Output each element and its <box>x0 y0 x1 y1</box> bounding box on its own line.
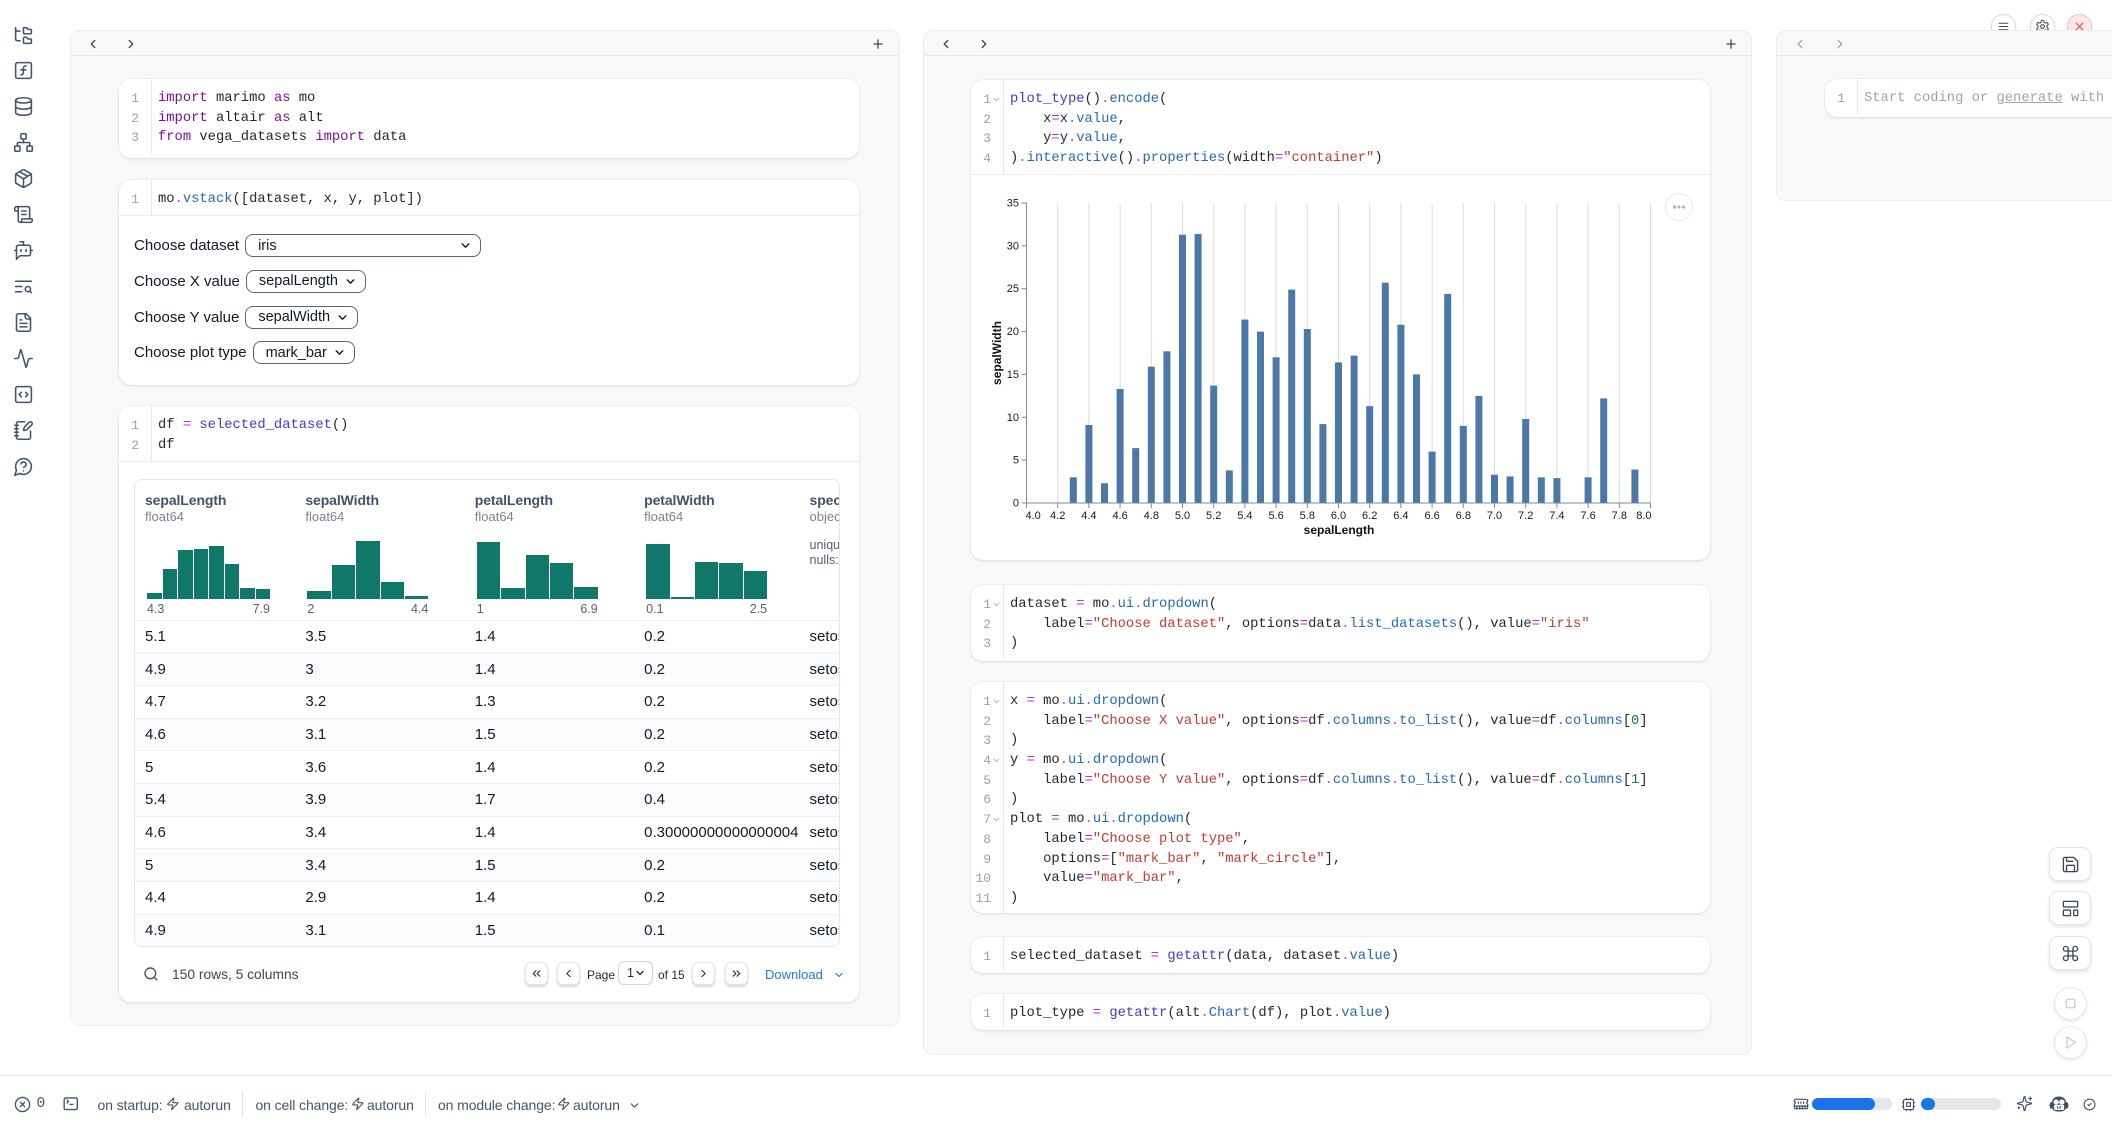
svg-text:5.2: 5.2 <box>1206 510 1221 522</box>
svg-text:7.4: 7.4 <box>1549 510 1564 522</box>
svg-text:0: 0 <box>1013 498 1019 510</box>
svg-text:35: 35 <box>1007 198 1019 210</box>
svg-text:7.0: 7.0 <box>1487 510 1502 522</box>
svg-text:6.2: 6.2 <box>1362 510 1377 522</box>
svg-text:6.6: 6.6 <box>1424 510 1439 522</box>
svg-text:8.0: 8.0 <box>1636 510 1651 522</box>
svg-text:15: 15 <box>1007 369 1019 381</box>
svg-text:4.2: 4.2 <box>1050 510 1065 522</box>
svg-text:7.6: 7.6 <box>1580 510 1595 522</box>
svg-text:5.8: 5.8 <box>1300 510 1315 522</box>
svg-text:5: 5 <box>1013 455 1019 467</box>
svg-text:20: 20 <box>1007 326 1019 338</box>
svg-text:4.8: 4.8 <box>1144 510 1159 522</box>
svg-text:4.0: 4.0 <box>1026 510 1041 522</box>
svg-text:4.4: 4.4 <box>1081 510 1096 522</box>
svg-text:6.0: 6.0 <box>1331 510 1346 522</box>
svg-text:5.0: 5.0 <box>1175 510 1190 522</box>
svg-text:4.6: 4.6 <box>1112 510 1127 522</box>
svg-text:6.4: 6.4 <box>1393 510 1408 522</box>
svg-text:7.2: 7.2 <box>1518 510 1533 522</box>
svg-text:sepalWidth: sepalWidth <box>990 321 1004 385</box>
svg-text:5.6: 5.6 <box>1268 510 1283 522</box>
svg-text:7.8: 7.8 <box>1612 510 1627 522</box>
svg-text:10: 10 <box>1007 412 1019 424</box>
svg-text:25: 25 <box>1007 283 1019 295</box>
svg-text:30: 30 <box>1007 240 1019 252</box>
svg-text:sepalLength: sepalLength <box>1304 523 1375 537</box>
svg-text:5.4: 5.4 <box>1237 510 1252 522</box>
svg-text:6.8: 6.8 <box>1456 510 1471 522</box>
